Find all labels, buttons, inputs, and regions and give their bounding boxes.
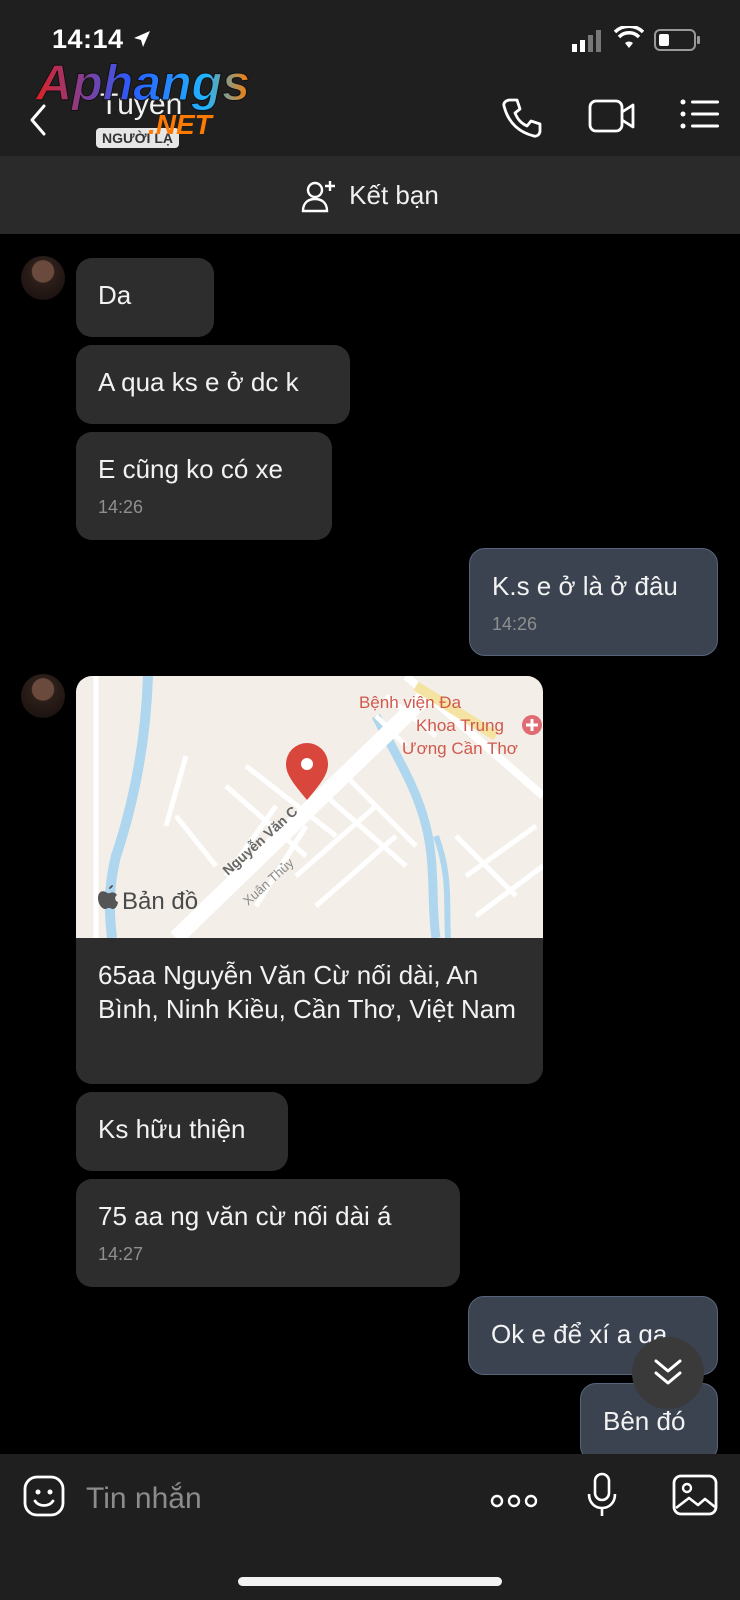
message-input-bar (0, 1454, 740, 1600)
home-indicator (238, 1577, 502, 1586)
message-text: Ks hữu thiện (98, 1114, 246, 1144)
watermark-line1: Aphangs (36, 56, 250, 111)
more-options-icon[interactable] (490, 1492, 538, 1510)
message-incoming[interactable]: 75 aa ng văn cừ nối dài á 14:27 (76, 1179, 460, 1287)
contact-avatar[interactable] (21, 674, 65, 718)
map-poi-line2: Khoa Trung (416, 716, 504, 735)
battery-icon (654, 29, 700, 51)
message-time: 14:27 (98, 1244, 144, 1264)
signal-icon (572, 30, 601, 52)
wifi-icon (614, 26, 644, 48)
maps-label: Bản đồ (122, 888, 198, 915)
status-time: 14:14 (52, 24, 124, 54)
message-outgoing[interactable]: K.s e ở là ở đâu 14:26 (469, 548, 718, 656)
add-friend-icon (301, 180, 336, 212)
message-text: Da (98, 280, 132, 310)
message-text: Bên đó (603, 1406, 686, 1436)
video-call-icon[interactable] (588, 98, 636, 134)
watermark-logo: Aphangs .NET (36, 56, 250, 140)
message-time: 14:26 (492, 614, 538, 634)
message-incoming[interactable]: E cũng ko có xe 14:26 (76, 432, 332, 540)
add-friend-label: Kết bạn (349, 180, 439, 210)
message-time: 14:26 (98, 497, 144, 517)
message-text: 75 aa ng văn cừ nối dài á (98, 1201, 392, 1231)
message-text: K.s e ở là ở đâu (492, 571, 678, 601)
message-incoming[interactable]: Ks hữu thiện (76, 1092, 288, 1171)
map-preview[interactable]: Bệnh viện Đa Khoa Trung Ương Cần Thơ Ngu… (76, 676, 543, 938)
map-poi-line3: Ương Cần Thơ (402, 739, 518, 758)
location-arrow-icon (134, 31, 150, 47)
phone-icon[interactable] (500, 96, 544, 140)
double-chevron-down-icon (654, 1359, 682, 1385)
message-text: A qua ks e ở dc k (98, 367, 299, 397)
message-incoming[interactable]: Da (76, 258, 214, 337)
location-card[interactable]: Bệnh viện Đa Khoa Trung Ương Cần Thơ Ngu… (76, 676, 543, 1084)
watermark-line2: .NET (148, 109, 215, 140)
scroll-to-bottom-button[interactable] (632, 1337, 704, 1409)
message-incoming[interactable]: A qua ks e ở dc k (76, 345, 350, 424)
map-poi-line1: Bệnh viện Đa (359, 693, 462, 712)
message-text: E cũng ko có xe (98, 454, 283, 484)
message-input[interactable] (84, 1476, 468, 1522)
add-friend-bar[interactable]: Kết bạn (0, 157, 740, 234)
contact-avatar[interactable] (21, 256, 65, 300)
microphone-icon[interactable] (586, 1472, 618, 1520)
location-address: 65aa Nguyễn Văn Cừ nối dài, An Bình, Nin… (98, 960, 516, 1024)
menu-icon[interactable] (680, 98, 720, 130)
image-icon[interactable] (672, 1474, 718, 1516)
sticker-icon[interactable] (22, 1474, 66, 1518)
